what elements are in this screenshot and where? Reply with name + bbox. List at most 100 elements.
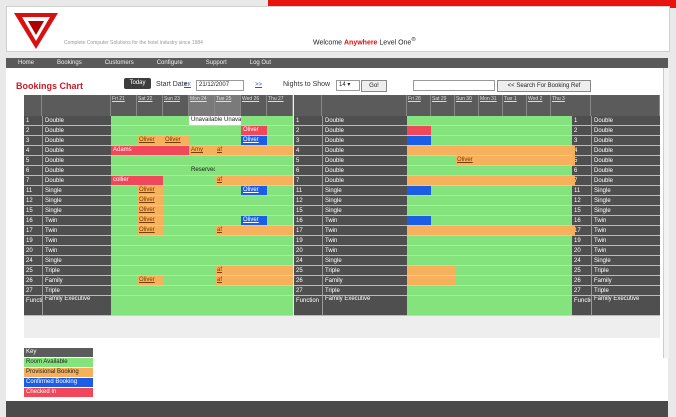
available-cells[interactable] bbox=[407, 246, 575, 256]
prev-date-link[interactable]: << bbox=[184, 82, 191, 88]
page-title: Bookings Chart bbox=[16, 81, 84, 91]
go-button[interactable]: Go! bbox=[361, 80, 387, 92]
available-cells[interactable] bbox=[407, 206, 575, 216]
booking-confirmed-red[interactable] bbox=[163, 146, 189, 155]
room-number: 3 bbox=[572, 136, 591, 146]
room-number: 4 bbox=[24, 146, 42, 156]
day-header-link[interactable]: Tue 25 bbox=[215, 95, 241, 116]
available-cells[interactable] bbox=[407, 296, 575, 316]
available-cells[interactable] bbox=[407, 236, 575, 246]
day-header-link[interactable]: Sun 30 bbox=[455, 95, 479, 116]
search-booking-button[interactable]: << Search For Booking Ref bbox=[497, 80, 591, 92]
nav-item-customers[interactable]: Customers bbox=[93, 58, 145, 68]
room-type: Family Executive bbox=[322, 296, 407, 316]
nav-item-configure[interactable]: Configure bbox=[145, 58, 194, 68]
available-cells[interactable] bbox=[407, 196, 575, 206]
room-type: Triple bbox=[42, 286, 111, 296]
booking-provisional[interactable]: Amy bbox=[189, 146, 215, 155]
booking-confirmed[interactable] bbox=[407, 136, 431, 145]
room-number: 17 bbox=[24, 226, 42, 236]
booking-provisional[interactable]: Oliver bbox=[137, 276, 163, 285]
booking-provisional[interactable]: af bbox=[215, 226, 293, 235]
available-cells[interactable] bbox=[407, 126, 575, 136]
booking-provisional[interactable]: af bbox=[215, 266, 293, 275]
booking-provisional[interactable]: Oliver bbox=[137, 136, 163, 145]
room-number: 15 bbox=[24, 206, 42, 216]
available-cells[interactable] bbox=[407, 256, 575, 266]
room-type: Double bbox=[591, 116, 660, 126]
start-date-input[interactable]: 21/12/2007 bbox=[196, 80, 244, 91]
header-blank bbox=[591, 95, 660, 116]
booking-provisional[interactable]: Oliver bbox=[137, 226, 163, 235]
booking-confirmed-red[interactable] bbox=[407, 126, 431, 135]
booking-provisional[interactable]: Oliver bbox=[137, 216, 163, 225]
day-header-link[interactable]: Tue 1 bbox=[503, 95, 527, 116]
booking-provisional[interactable] bbox=[407, 176, 575, 185]
available-cells[interactable] bbox=[407, 186, 575, 196]
available-cells[interactable] bbox=[111, 236, 293, 246]
room-type: Single bbox=[591, 186, 660, 196]
room-type: Single bbox=[591, 196, 660, 206]
nav-item-bookings[interactable]: Bookings bbox=[45, 58, 93, 68]
available-cells[interactable] bbox=[111, 246, 293, 256]
room-number: 25 bbox=[24, 266, 42, 276]
booking-provisional[interactable] bbox=[407, 276, 455, 285]
booking-provisional[interactable]: Oliver bbox=[455, 156, 575, 165]
booking-reserved[interactable]: Reserved bbox=[189, 166, 215, 175]
available-cells[interactable] bbox=[111, 296, 293, 316]
room-type: Twin bbox=[322, 216, 407, 226]
day-header-link[interactable]: Mon 24 bbox=[189, 95, 215, 116]
available-cells[interactable] bbox=[407, 136, 575, 146]
room-type: Double bbox=[322, 176, 407, 186]
booking-provisional[interactable]: Oliver bbox=[137, 186, 163, 195]
day-header-link[interactable]: Wed 26 bbox=[241, 95, 267, 116]
nav-item-log-out[interactable]: Log Out bbox=[238, 58, 282, 68]
day-header-link[interactable]: Fri 21 bbox=[111, 95, 137, 116]
vertical-scrollbar[interactable] bbox=[663, 68, 669, 358]
booking-confirmed-red[interactable]: Oliver bbox=[241, 126, 267, 135]
booking-provisional[interactable] bbox=[407, 226, 575, 235]
today-button[interactable]: Today bbox=[124, 78, 151, 89]
booking-provisional[interactable] bbox=[407, 146, 575, 155]
nights-select[interactable]: 14 ▾ bbox=[336, 80, 360, 91]
booking-confirmed[interactable]: Oliver bbox=[241, 216, 267, 225]
room-number: 11 bbox=[572, 186, 591, 196]
booking-ref-input[interactable] bbox=[413, 80, 495, 91]
booking-confirmed-red[interactable]: Adams bbox=[111, 146, 163, 155]
room-number: Function bbox=[24, 296, 42, 316]
booking-confirmed[interactable] bbox=[407, 216, 431, 225]
company-tagline: Complete Computer Solutions for the hote… bbox=[64, 40, 203, 46]
day-header-link[interactable]: Sat 29 bbox=[431, 95, 455, 116]
booking-provisional[interactable]: Oliver bbox=[163, 136, 189, 145]
booking-provisional[interactable] bbox=[407, 266, 455, 275]
booking-provisional[interactable]: Oliver bbox=[137, 206, 163, 215]
booking-provisional[interactable]: Oliver bbox=[137, 196, 163, 205]
next-date-link[interactable]: >> bbox=[255, 82, 262, 88]
booking-confirmed-red[interactable]: collier bbox=[111, 176, 163, 185]
available-cells[interactable] bbox=[111, 286, 293, 296]
nav-item-home[interactable]: Home bbox=[6, 58, 45, 68]
booking-provisional[interactable]: af bbox=[215, 146, 293, 155]
room-number: 4 bbox=[294, 146, 322, 156]
booking-provisional[interactable]: af bbox=[215, 276, 293, 285]
available-cells[interactable] bbox=[407, 166, 575, 176]
available-cells[interactable] bbox=[111, 256, 293, 266]
booking-confirmed[interactable]: Oliver bbox=[241, 186, 267, 195]
room-number: 16 bbox=[572, 216, 591, 226]
day-header-link[interactable]: Fri 28 bbox=[407, 95, 431, 116]
available-cells[interactable] bbox=[407, 286, 575, 296]
room-number: 19 bbox=[294, 236, 322, 246]
booking-unavailable[interactable]: Unavailable Unavailable bbox=[189, 116, 241, 125]
available-cells[interactable] bbox=[407, 216, 575, 226]
nav-item-support[interactable]: Support bbox=[194, 58, 238, 68]
booking-provisional[interactable]: af bbox=[215, 176, 293, 185]
available-cells[interactable] bbox=[407, 116, 575, 126]
booking-confirmed[interactable]: Oliver bbox=[241, 136, 267, 145]
day-header-link[interactable]: Sat 22 bbox=[137, 95, 163, 116]
day-header-link[interactable]: Thu 27 bbox=[267, 95, 293, 116]
day-header-link[interactable]: Sun 23 bbox=[163, 95, 189, 116]
available-cells[interactable] bbox=[111, 156, 293, 166]
booking-confirmed[interactable] bbox=[407, 186, 431, 195]
day-header-link[interactable]: Mon 31 bbox=[479, 95, 503, 116]
day-header-link[interactable]: Wed 2 bbox=[527, 95, 551, 116]
